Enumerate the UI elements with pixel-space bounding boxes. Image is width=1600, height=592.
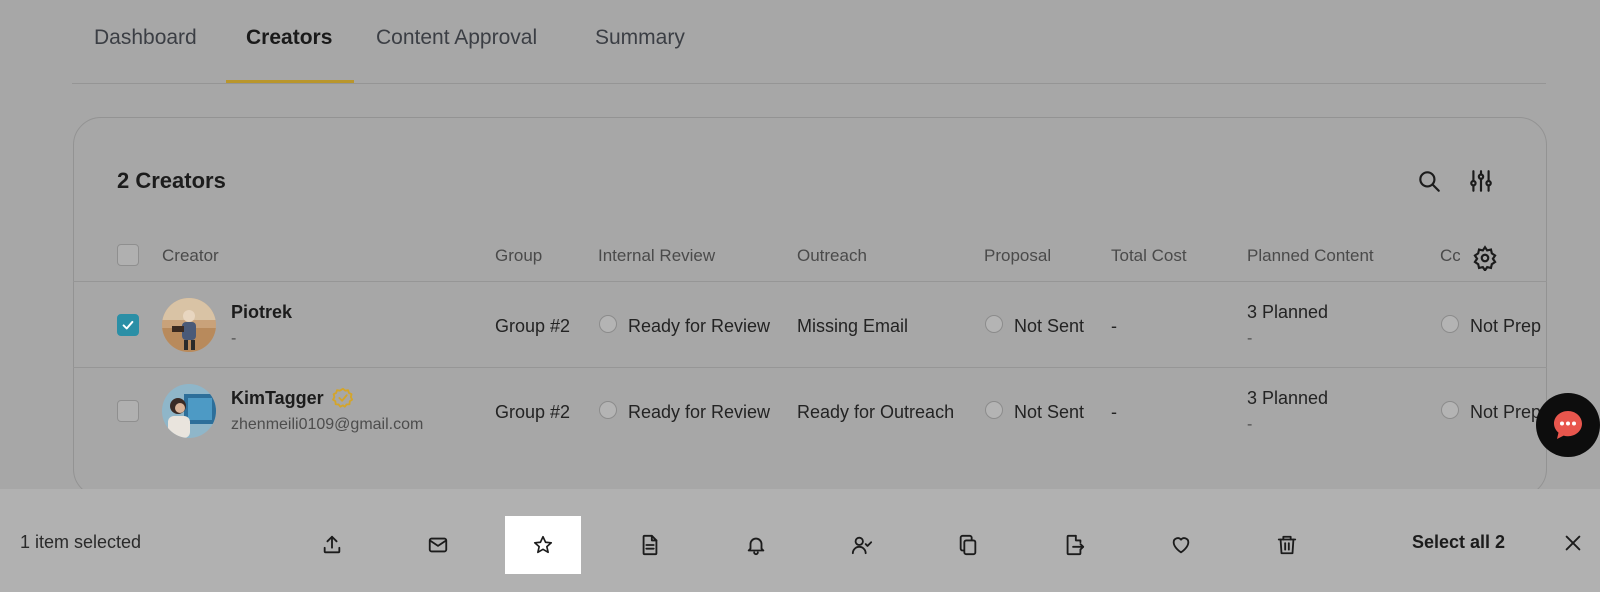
header-internal-review[interactable]: Internal Review [598, 246, 715, 266]
planned-content-sub: - [1247, 330, 1253, 347]
export-upload-button[interactable] [294, 516, 370, 574]
proposal-cell[interactable]: Not Sent [1014, 402, 1084, 423]
favorite-star-button[interactable] [505, 516, 581, 574]
outreach-cell[interactable]: Missing Email [797, 316, 908, 337]
mail-icon [428, 537, 448, 553]
header-planned-content[interactable]: Planned Content [1247, 246, 1374, 266]
copy-icon [959, 534, 977, 556]
tab-summary[interactable]: Summary [595, 26, 685, 50]
avatar [162, 384, 216, 438]
creator-name[interactable]: KimTagger [231, 388, 324, 409]
creator-email: - [231, 330, 237, 347]
header-group[interactable]: Group [495, 246, 542, 266]
status-dot [985, 315, 1003, 333]
internal-review-cell[interactable]: Ready for Review [628, 316, 770, 337]
copy-button[interactable] [930, 516, 1006, 574]
planned-content-sub: - [1247, 416, 1253, 433]
filter-sliders-icon[interactable] [1468, 168, 1494, 194]
status-dot [599, 315, 617, 333]
row-checkbox[interactable] [117, 314, 139, 336]
close-icon[interactable] [1562, 532, 1584, 554]
status-dot [985, 401, 1003, 419]
internal-review-cell[interactable]: Ready for Review [628, 402, 770, 423]
document-button[interactable] [612, 516, 688, 574]
select-all-checkbox[interactable] [117, 244, 139, 266]
document-icon [642, 534, 658, 556]
creator-name[interactable]: Piotrek [231, 302, 292, 323]
chat-bubble-icon [1551, 408, 1585, 442]
proposal-cell[interactable]: Not Sent [1014, 316, 1084, 337]
file-export-button[interactable] [1036, 516, 1112, 574]
bell-icon [747, 537, 765, 556]
status-dot [1441, 401, 1459, 419]
row-divider [73, 367, 1547, 368]
header-truncated[interactable]: Cc [1440, 246, 1460, 266]
chat-support-button[interactable] [1536, 393, 1600, 457]
tab-creators[interactable]: Creators [246, 26, 332, 50]
header-divider [73, 281, 1547, 282]
total-cost-cell: - [1111, 316, 1117, 336]
active-tab-indicator [226, 80, 354, 83]
header-proposal[interactable]: Proposal [984, 246, 1051, 266]
column-settings-gear-icon[interactable] [1472, 245, 1497, 273]
truncated-status-cell[interactable]: Not Prep [1470, 402, 1540, 423]
verified-badge-icon [332, 387, 354, 409]
assign-user-button[interactable] [824, 516, 900, 574]
delete-button[interactable] [1249, 516, 1325, 574]
status-dot [1441, 315, 1459, 333]
header-outreach[interactable]: Outreach [797, 246, 867, 266]
send-email-button[interactable] [400, 516, 476, 574]
group-cell: Group #2 [495, 316, 571, 336]
search-icon[interactable] [1416, 168, 1442, 194]
star-icon [533, 535, 553, 554]
creators-count-title: 2 Creators [117, 168, 226, 193]
heart-icon [1172, 537, 1190, 554]
creator-email: zhenmeili0109@gmail.com [231, 416, 424, 433]
header-total-cost[interactable]: Total Cost [1111, 246, 1187, 266]
tab-dashboard[interactable]: Dashboard [94, 26, 197, 50]
total-cost-cell: - [1111, 402, 1117, 422]
group-cell: Group #2 [495, 402, 571, 422]
file-export-icon [1066, 534, 1085, 556]
user-check-icon [851, 536, 873, 555]
planned-content-cell[interactable]: 3 Planned [1247, 388, 1328, 409]
tab-content-approval[interactable]: Content Approval [376, 26, 537, 50]
outreach-cell[interactable]: Ready for Outreach [797, 402, 954, 423]
selection-count: 1 item selected [20, 532, 142, 552]
row-checkbox[interactable] [117, 400, 139, 422]
header-creator[interactable]: Creator [162, 246, 219, 266]
like-heart-button[interactable] [1143, 516, 1219, 574]
avatar [162, 298, 216, 352]
bulk-action-bar [0, 489, 1600, 592]
truncated-status-cell[interactable]: Not Prep [1470, 316, 1545, 337]
status-dot [599, 401, 617, 419]
trash-icon [1277, 535, 1297, 555]
upload-icon [323, 535, 341, 554]
select-all-button[interactable]: Select all 2 [1412, 532, 1505, 553]
planned-content-cell[interactable]: 3 Planned [1247, 302, 1328, 323]
notify-button[interactable] [718, 516, 794, 574]
